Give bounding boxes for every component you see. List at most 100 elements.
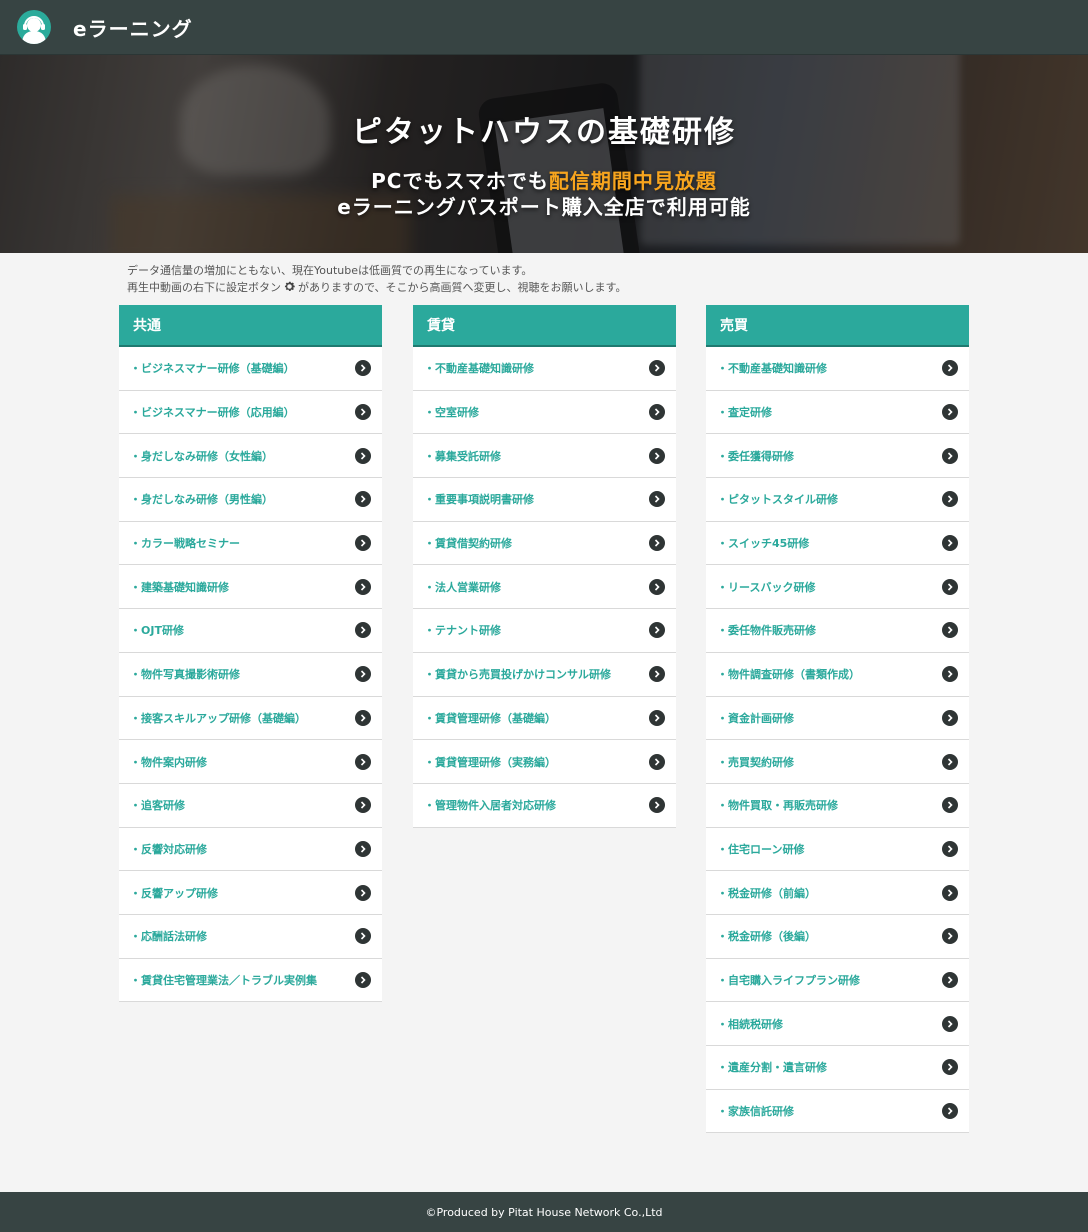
course-item-label[interactable]: ・建築基礎知識研修 [130,579,229,595]
course-item[interactable]: ・賃貸から売買投げかけコンサル研修 [413,652,676,697]
chevron-right-circle-icon[interactable] [942,884,958,901]
course-item-label[interactable]: ・身だしなみ研修（男性編） [130,491,273,507]
course-item[interactable]: ・重要事項説明書研修 [413,478,676,522]
course-item-label[interactable]: ・売買契約研修 [717,754,794,770]
course-item-label[interactable]: ・遺産分割・遺言研修 [717,1059,827,1075]
chevron-right-circle-icon[interactable] [942,1059,958,1076]
chevron-right-circle-icon[interactable] [355,797,371,814]
course-item-label[interactable]: ・テナント研修 [424,622,501,638]
course-item-label[interactable]: ・賃貸管理研修（基礎編） [424,710,556,726]
course-item-label[interactable]: ・賃貸借契約研修 [424,535,512,551]
chevron-right-circle-icon[interactable] [355,535,371,552]
course-item-label[interactable]: ・不動産基礎知識研修 [717,360,827,376]
course-item[interactable]: ・物件写真撮影術研修 [119,652,382,697]
chevron-right-circle-icon[interactable] [355,447,371,464]
chevron-right-circle-icon[interactable] [649,535,665,552]
course-item-label[interactable]: ・ピタットスタイル研修 [717,491,838,507]
course-item[interactable]: ・賃貸管理研修（基礎編） [413,696,676,741]
course-item-label[interactable]: ・スイッチ45研修 [717,535,809,551]
chevron-right-circle-icon[interactable] [942,1103,958,1120]
course-item[interactable]: ・相続税研修 [706,1002,969,1046]
course-item-label[interactable]: ・資金計画研修 [717,710,794,726]
course-item-label[interactable]: ・賃貸から売買投げかけコンサル研修 [424,666,611,682]
chevron-right-circle-icon[interactable] [355,404,371,421]
course-item-label[interactable]: ・委任獲得研修 [717,448,794,464]
course-item[interactable]: ・ビジネスマナー研修（応用編） [119,390,382,435]
course-item-label[interactable]: ・法人営業研修 [424,579,501,595]
chevron-right-circle-icon[interactable] [942,404,958,421]
course-item[interactable]: ・リースバック研修 [706,565,969,610]
chevron-right-circle-icon[interactable] [355,666,371,683]
chevron-right-circle-icon[interactable] [355,709,371,726]
chevron-right-circle-icon[interactable] [942,360,958,377]
course-item-label[interactable]: ・ビジネスマナー研修（応用編） [130,404,295,420]
chevron-right-circle-icon[interactable] [942,447,958,464]
chevron-right-circle-icon[interactable] [355,928,371,945]
course-item[interactable]: ・テナント研修 [413,609,676,653]
chevron-right-circle-icon[interactable] [649,404,665,421]
course-item[interactable]: ・ピタットスタイル研修 [706,478,969,522]
chevron-right-circle-icon[interactable] [649,491,665,508]
chevron-right-circle-icon[interactable] [942,1015,958,1032]
course-item[interactable]: ・反響アップ研修 [119,871,382,915]
course-item[interactable]: ・家族信託研修 [706,1089,969,1134]
chevron-right-circle-icon[interactable] [942,971,958,988]
chevron-right-circle-icon[interactable] [942,840,958,857]
course-item-label[interactable]: ・応酬話法研修 [130,928,207,944]
course-item[interactable]: ・税金研修（後編） [706,914,969,959]
chevron-right-circle-icon[interactable] [942,666,958,683]
course-item[interactable]: ・ビジネスマナー研修（基礎編） [119,347,382,391]
course-item[interactable]: ・OJT研修 [119,609,382,653]
course-item-label[interactable]: ・物件調査研修（書類作成） [717,666,860,682]
course-item[interactable]: ・資金計画研修 [706,696,969,741]
course-item[interactable]: ・売買契約研修 [706,740,969,784]
course-item-label[interactable]: ・委任物件販売研修 [717,622,816,638]
course-item-label[interactable]: ・ビジネスマナー研修（基礎編） [130,360,295,376]
course-item[interactable]: ・身だしなみ研修（男性編） [119,478,382,522]
chevron-right-circle-icon[interactable] [355,971,371,988]
chevron-right-circle-icon[interactable] [355,884,371,901]
chevron-right-circle-icon[interactable] [649,447,665,464]
course-item[interactable]: ・反響対応研修 [119,827,382,872]
course-item-label[interactable]: ・不動産基礎知識研修 [424,360,534,376]
course-item-label[interactable]: ・家族信託研修 [717,1103,794,1119]
course-item[interactable]: ・賃貸住宅管理業法／トラブル実例集 [119,958,382,1003]
chevron-right-circle-icon[interactable] [355,753,371,770]
headset-user-icon[interactable] [17,10,51,44]
course-item-label[interactable]: ・相続税研修 [717,1016,783,1032]
course-item-label[interactable]: ・物件写真撮影術研修 [130,666,240,682]
course-item[interactable]: ・建築基礎知識研修 [119,565,382,610]
course-item[interactable]: ・物件案内研修 [119,740,382,784]
course-item[interactable]: ・自宅購入ライフプラン研修 [706,958,969,1003]
chevron-right-circle-icon[interactable] [942,753,958,770]
app-title[interactable]: eラーニング [73,13,193,42]
chevron-right-circle-icon[interactable] [649,622,665,639]
course-item[interactable]: ・空室研修 [413,390,676,435]
course-item[interactable]: ・査定研修 [706,390,969,435]
course-item[interactable]: ・委任獲得研修 [706,434,969,479]
course-item-label[interactable]: ・募集受託研修 [424,448,501,464]
course-item[interactable]: ・接客スキルアップ研修（基礎編） [119,696,382,741]
chevron-right-circle-icon[interactable] [649,666,665,683]
course-item-label[interactable]: ・管理物件入居者対応研修 [424,797,556,813]
chevron-right-circle-icon[interactable] [649,709,665,726]
course-item[interactable]: ・応酬話法研修 [119,914,382,959]
course-item-label[interactable]: ・査定研修 [717,404,772,420]
course-item[interactable]: ・不動産基礎知識研修 [706,347,969,391]
course-item-label[interactable]: ・賃貸管理研修（実務編） [424,754,556,770]
course-item-label[interactable]: ・自宅購入ライフプラン研修 [717,972,860,988]
chevron-right-circle-icon[interactable] [649,797,665,814]
course-item-label[interactable]: ・OJT研修 [130,622,184,638]
course-item[interactable]: ・不動産基礎知識研修 [413,347,676,391]
course-item-label[interactable]: ・賃貸住宅管理業法／トラブル実例集 [130,972,317,988]
chevron-right-circle-icon[interactable] [355,840,371,857]
course-item-label[interactable]: ・リースバック研修 [717,579,815,595]
course-item-label[interactable]: ・カラー戦略セミナー [130,535,240,551]
chevron-right-circle-icon[interactable] [942,622,958,639]
course-item-label[interactable]: ・身だしなみ研修（女性編） [130,448,273,464]
course-item-label[interactable]: ・反響対応研修 [130,841,207,857]
chevron-right-circle-icon[interactable] [649,578,665,595]
course-item-label[interactable]: ・反響アップ研修 [130,885,218,901]
course-item[interactable]: ・住宅ローン研修 [706,827,969,872]
course-item[interactable]: ・税金研修（前編） [706,871,969,915]
